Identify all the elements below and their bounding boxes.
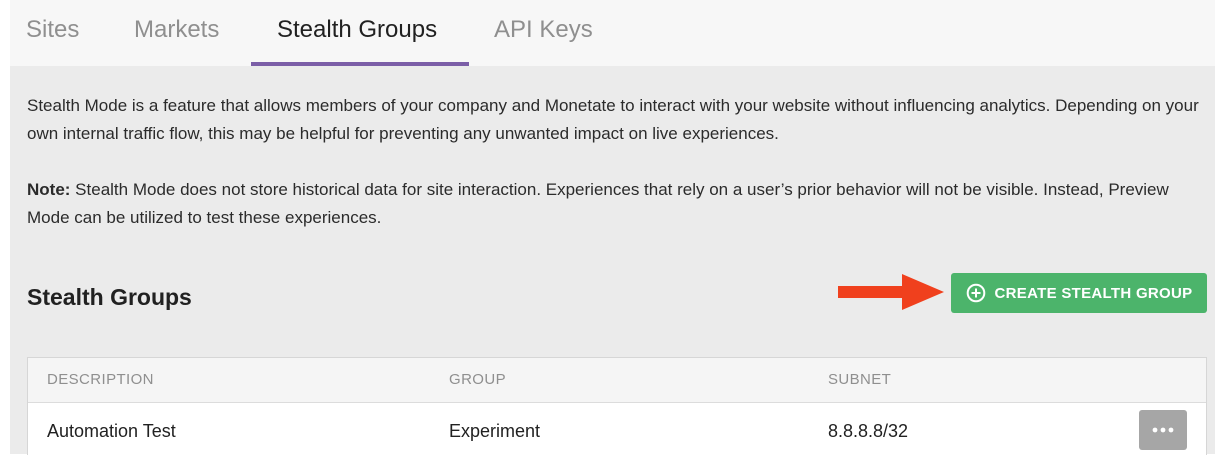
stealth-groups-table: DESCRIPTION GROUP SUBNET Automation Test… bbox=[27, 357, 1207, 455]
tab-sites[interactable]: Sites bbox=[26, 0, 79, 62]
note-label: Note: bbox=[27, 180, 71, 199]
row-subnet: 8.8.8.8/32 bbox=[828, 421, 909, 441]
note-paragraph: Note: Stealth Mode does not store histor… bbox=[27, 176, 1207, 232]
table-header: DESCRIPTION GROUP SUBNET bbox=[28, 358, 1206, 403]
header-subnet[interactable]: SUBNET bbox=[828, 358, 891, 402]
create-stealth-group-button[interactable]: CREATE STEALTH GROUP bbox=[951, 273, 1207, 313]
arrow-right-icon bbox=[838, 274, 944, 310]
row-actions-button[interactable] bbox=[1139, 410, 1187, 450]
stealth-groups-panel: Stealth Mode is a feature that allows me… bbox=[10, 66, 1215, 455]
plus-circle-icon bbox=[966, 283, 985, 303]
note-text: Stealth Mode does not store historical d… bbox=[27, 180, 1169, 227]
intro-paragraph: Stealth Mode is a feature that allows me… bbox=[27, 96, 1199, 143]
tab-bar: Sites Markets Stealth Groups API Keys bbox=[10, 0, 1215, 66]
header-description[interactable]: DESCRIPTION bbox=[47, 358, 154, 402]
more-icon bbox=[1152, 427, 1174, 433]
section-title: Stealth Groups bbox=[27, 284, 192, 310]
tab-markets[interactable]: Markets bbox=[134, 0, 219, 62]
row-group: Experiment bbox=[449, 421, 541, 441]
header-group[interactable]: GROUP bbox=[449, 358, 506, 402]
row-description: Automation Test bbox=[47, 421, 176, 441]
tab-api-keys[interactable]: API Keys bbox=[494, 0, 593, 62]
create-button-label: CREATE STEALTH GROUP bbox=[994, 284, 1193, 302]
tab-stealth-groups[interactable]: Stealth Groups bbox=[277, 0, 437, 62]
